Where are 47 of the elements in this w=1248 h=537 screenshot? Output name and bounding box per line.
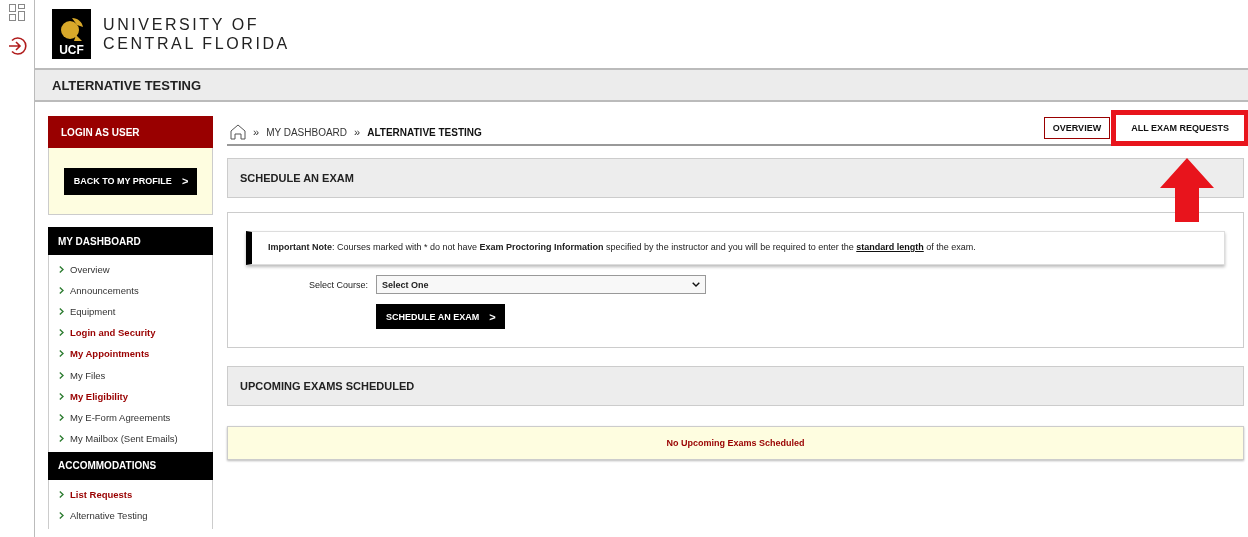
section-heading: UPCOMING EXAMS SCHEDULED [227,366,1244,406]
dashboard-icon[interactable] [9,4,25,22]
sidebar-link[interactable]: Alternative Testing [59,504,212,527]
chevron-icon [59,392,64,400]
separator: » [354,126,361,138]
panel-title: LOGIN AS USER [48,116,213,148]
chevron-icon [59,329,64,337]
dropdown-caret-icon [692,282,700,287]
sidebar-link[interactable]: My Mailbox (Sent Emails) [59,427,212,449]
section-heading: SCHEDULE AN EXAM [227,158,1244,198]
logo-text: UNIVERSITY OF [103,15,261,34]
page-title: ALTERNATIVE TESTING [35,70,1248,102]
sidebar-link[interactable]: My Eligibility [59,385,212,407]
sidebar-link[interactable]: Equipment [59,301,212,323]
chevron-icon [59,287,64,295]
up-arrow-icon [1160,158,1214,222]
chevron-icon [59,512,64,519]
empty-message: No Upcoming Exams Scheduled [227,426,1244,460]
chevron-icon [59,434,64,442]
sidebar-link[interactable]: My E-Form Agreements [59,406,212,428]
sidebar-link[interactable]: Login and Security [59,322,212,344]
sidebar-link[interactable]: Overview [59,259,212,281]
standard-length-link[interactable]: standard length [856,242,924,252]
sidebar-link[interactable]: Announcements [59,280,212,302]
logo-text: CENTRAL FLORIDA [103,34,290,53]
section-title: ACCOMMODATIONS [48,451,213,480]
tab[interactable]: OVERVIEW [1043,117,1111,139]
course-select[interactable]: Select One [376,275,706,294]
back-to-profile-button[interactable]: BACK TO MY PROFILE > [63,167,198,195]
chevron-icon [59,308,64,316]
home-icon[interactable] [230,124,246,140]
field-label: Select Course: [307,279,368,290]
chevron-icon [59,350,64,358]
sidebar-link[interactable]: List Requests [59,483,212,505]
logo-mark: UCF [52,9,91,59]
section-title: MY DASHBOARD [48,227,213,255]
sidebar-link[interactable]: My Appointments [59,343,212,365]
schedule-exam-button[interactable]: SCHEDULE AN EXAM > [376,304,505,329]
note-text: Important Note: Courses marked with * do not have Exam Proctoring Information specified by the instructor and you will be required to enter the standard length of the exam. [246,231,1225,265]
chevron-icon [59,413,64,421]
chevron-icon [59,371,64,379]
breadcrumb-link[interactable]: MY DASHBOARD [266,126,348,138]
sidebar-link[interactable]: My Files [59,364,212,386]
sign-in-icon[interactable] [7,36,27,56]
chevron-icon [59,266,64,274]
separator: » [253,126,260,138]
chevron-icon [59,490,64,498]
